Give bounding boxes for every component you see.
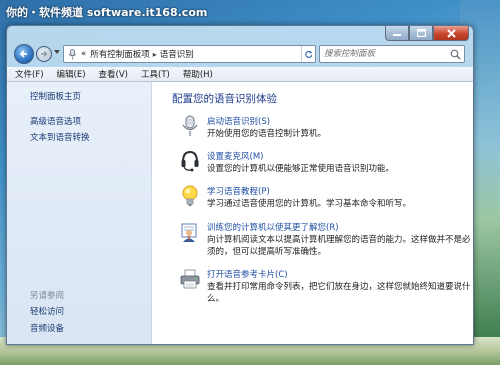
close-icon — [446, 28, 456, 38]
train-computer-link[interactable]: 训练您的计算机以使其更了解您(R) — [207, 221, 339, 233]
sidebar-item-ease-of-access[interactable]: 轻松访问 — [30, 305, 64, 317]
search-input[interactable] — [324, 49, 444, 59]
reference-card-link[interactable]: 打开语音参考卡片(C) — [207, 268, 288, 280]
task-description: 开始使用您的语音控制计算机。 — [207, 129, 327, 139]
back-arrow-icon — [19, 50, 27, 58]
task-description: 学习通过语音使用您的计算机。学习基本命令和听写。 — [207, 199, 412, 209]
breadcrumb-separator[interactable]: ▸ — [153, 50, 157, 59]
microphone-small-icon — [68, 48, 77, 59]
headset-icon — [181, 150, 199, 172]
page-title: 配置您的语音识别体验 — [172, 93, 277, 105]
breadcrumb-all-items[interactable]: 所有控制面板项 — [90, 48, 150, 60]
navigation-row: « 所有控制面板项 ▸ 语音识别 — [7, 41, 473, 67]
minimize-button[interactable] — [385, 26, 409, 41]
menu-tools[interactable]: 工具(T) — [141, 68, 170, 80]
maximize-button[interactable] — [409, 26, 433, 41]
speech-tutorial-link[interactable]: 学习语音教程(P) — [207, 185, 270, 197]
menu-edit[interactable]: 编辑(E) — [57, 68, 86, 80]
address-prefix[interactable]: « — [81, 49, 86, 59]
caption-buttons — [385, 26, 469, 41]
recent-pages-dropdown[interactable] — [54, 49, 60, 56]
maximize-icon — [416, 29, 426, 37]
control-panel-window: « 所有控制面板项 ▸ 语音识别 文件(F) 编辑(E) 查看(V) 工具(T)… — [6, 25, 474, 345]
chevron-down-icon — [54, 50, 60, 54]
forward-arrow-icon — [41, 51, 48, 57]
refresh-button[interactable] — [301, 46, 315, 62]
watermark: 你的・软件频道 software.it168.com — [6, 6, 208, 19]
see-also-heading: 另请参阅 — [30, 291, 65, 301]
task-description: 设置您的计算机以便能够正常使用语音识别功能。 — [207, 164, 395, 174]
sidebar-item-control-panel-home[interactable]: 控制面板主页 — [30, 90, 81, 102]
task-description: 查看并打印常用命令列表，把它们放在身边，这样您就始终知道要说什么。 — [207, 282, 471, 304]
search-box[interactable] — [319, 45, 465, 63]
close-button[interactable] — [433, 26, 469, 41]
sidebar-item-text-to-speech[interactable]: 文本到语音转换 — [30, 131, 90, 143]
microphone-icon — [182, 115, 198, 136]
set-up-microphone-link[interactable]: 设置麦克风(M) — [207, 150, 263, 162]
task-description: 向计算机阅读文本以提高计算机理解您的语音的能力。这样做并不是必须的，但可以提高听… — [207, 235, 471, 257]
forward-button[interactable] — [36, 46, 52, 62]
menu-help[interactable]: 帮助(H) — [183, 68, 213, 80]
menu-file[interactable]: 文件(F) — [15, 68, 44, 80]
printer-icon — [180, 269, 200, 289]
content-area: 控制面板主页 高级语音选项 文本到语音转换 另请参阅 轻松访问 音频设备 配置您… — [7, 82, 473, 344]
lightbulb-icon — [182, 185, 198, 206]
sidebar-item-advanced-speech-options[interactable]: 高级语音选项 — [30, 115, 81, 127]
refresh-icon — [304, 50, 312, 58]
breadcrumb-speech-recognition[interactable]: 语音识别 — [160, 48, 194, 60]
back-button[interactable] — [14, 44, 34, 64]
menu-bar: 文件(F) 编辑(E) 查看(V) 工具(T) 帮助(H) — [7, 67, 473, 82]
sidebar: 控制面板主页 高级语音选项 文本到语音转换 另请参阅 轻松访问 音频设备 — [7, 82, 152, 344]
start-speech-recognition-link[interactable]: 启动语音识别(S) — [207, 115, 270, 127]
main-panel: 配置您的语音识别体验 启动语音识别(S) 开始使用您的语音控制计算机。 设置麦克… — [153, 82, 473, 344]
address-bar[interactable]: « 所有控制面板项 ▸ 语音识别 — [63, 45, 316, 63]
menu-view[interactable]: 查看(V) — [99, 68, 128, 80]
minimize-icon — [393, 34, 401, 36]
search-icon[interactable] — [450, 49, 461, 60]
user-training-icon — [181, 223, 197, 242]
sidebar-item-audio-devices[interactable]: 音频设备 — [30, 322, 64, 334]
